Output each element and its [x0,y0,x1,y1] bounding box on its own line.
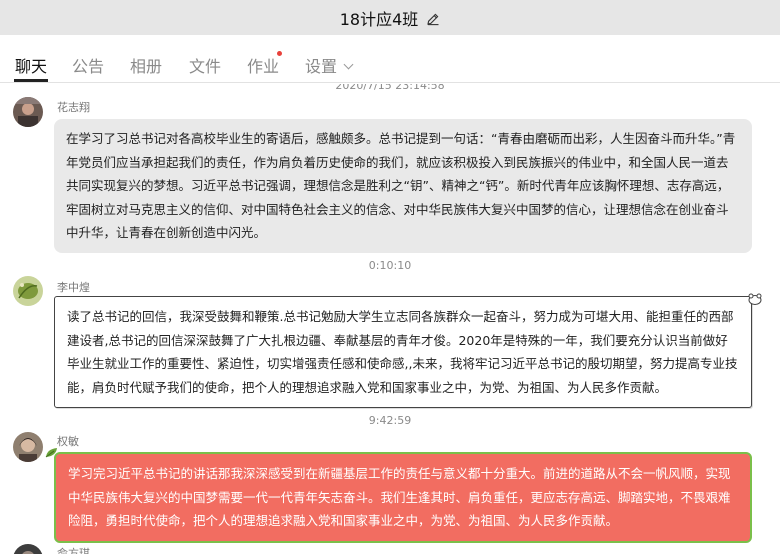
sender-name: 花志翔 [57,101,90,114]
message-bubble[interactable]: 读了总书记的回信，我深受鼓舞和鞭策.总书记勉励大学生立志同各族群众一起奋斗，努力… [54,296,752,408]
tab-chat[interactable]: 聊天 [15,53,47,77]
message-timestamp: 9:42:59 [368,414,412,427]
sender-name: 李中煌 [57,281,90,294]
tab-bar: 聊天 公告 相册 文件 作业 设置 [0,35,780,83]
message-timestamp: 2020/7/15 23:14:58 [335,84,445,92]
avatar[interactable] [13,97,43,127]
tab-settings[interactable]: 设置 [305,53,354,77]
chevron-down-icon [343,59,354,70]
tab-announcements[interactable]: 公告 [72,53,104,77]
message-timestamp: 0:10:10 [368,259,412,272]
tab-settings-label: 设置 [305,57,338,76]
message-bubble[interactable]: 在学习了习总书记对各高校毕业生的寄语后，感触颇多。总书记提到一句话：“青春由磨砺… [54,119,752,253]
sender-name: 权敏 [57,435,79,448]
avatar[interactable] [13,544,43,554]
tab-files[interactable]: 文件 [189,53,221,77]
group-title: 18计应4班 [339,9,419,29]
avatar[interactable] [13,432,43,462]
bubble-decoration-icon [748,290,762,309]
tab-homework[interactable]: 作业 [247,53,279,77]
edit-pencil-icon[interactable] [426,11,440,25]
sender-name: 俞方琪 [57,547,90,554]
active-tab-indicator [14,79,48,82]
chat-message-list[interactable]: 2020/7/15 23:14:58 花志翔 在学习了习总书记对各高校毕业生的寄… [0,84,780,554]
title-bar: 18计应4班 [0,0,780,35]
tab-album[interactable]: 相册 [130,53,162,77]
notification-dot [277,51,282,56]
message-bubble[interactable]: 学习完习近平总书记的讲话那我深深感受到在新疆基层工作的责任与意义都十分重大。前进… [54,452,752,543]
avatar[interactable] [13,276,43,306]
